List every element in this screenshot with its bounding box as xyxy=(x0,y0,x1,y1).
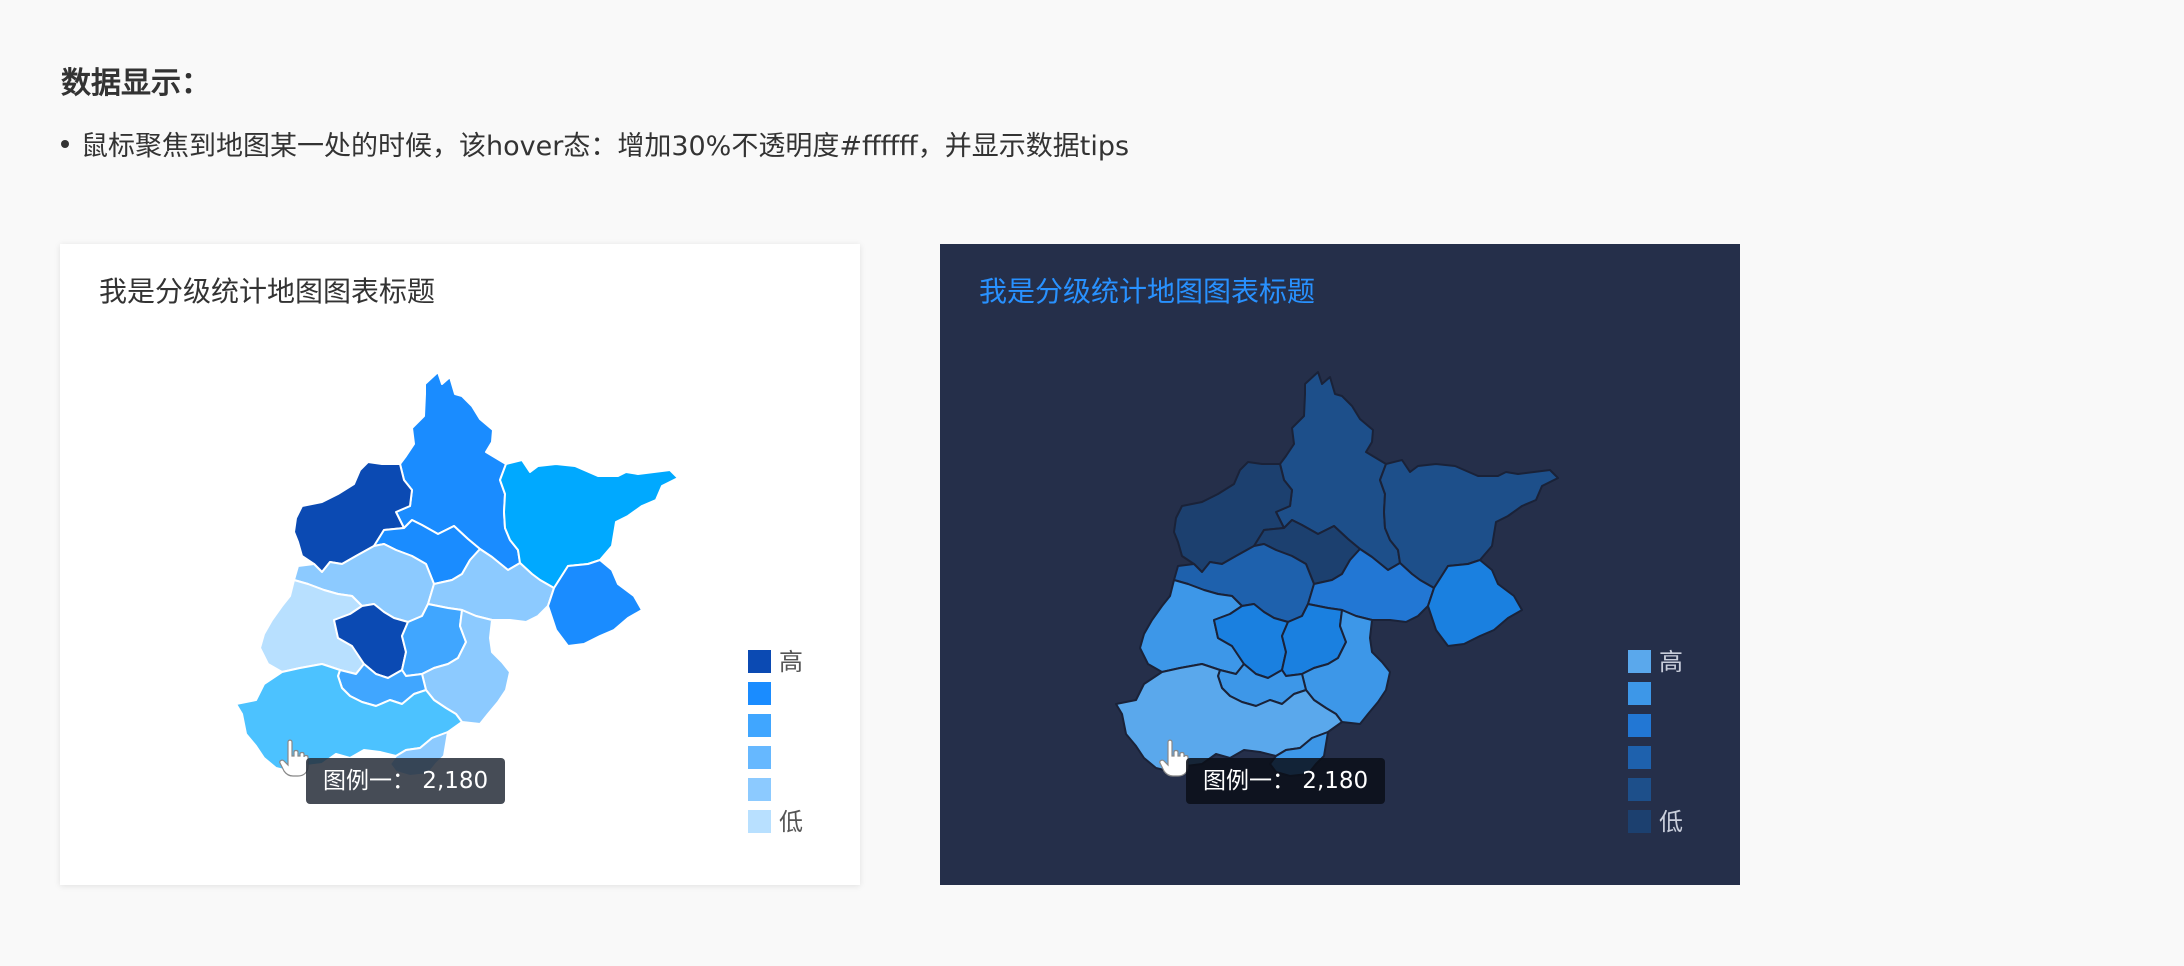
legend-swatch-4[interactable] xyxy=(1628,746,1651,769)
legend-label-low: 低 xyxy=(1659,808,1683,836)
legend-label-high: 高 xyxy=(779,648,803,676)
description-text: 鼠标聚焦到地图某一处的时候，该hover态：增加30%不透明度#ffffff，并… xyxy=(81,131,1130,162)
legend-swatch-6[interactable] xyxy=(1628,810,1651,833)
legend-swatch-1[interactable] xyxy=(1628,650,1651,673)
legend-swatch-2[interactable] xyxy=(1628,682,1651,705)
legend: 高 低 xyxy=(1628,650,1728,850)
bullet-dot xyxy=(61,139,69,148)
legend-swatch-5[interactable] xyxy=(748,778,771,801)
data-tooltip: 图例一： 2,180 xyxy=(1186,758,1386,804)
legend-swatch-5[interactable] xyxy=(1628,778,1651,801)
map-card-light: 我是分级统计地图图表标题 高 低 图例一： 2,180 xyxy=(60,244,860,885)
legend-swatch-3[interactable] xyxy=(748,714,771,737)
legend-swatch-1[interactable] xyxy=(748,650,771,673)
legend-label-high: 高 xyxy=(1659,648,1683,676)
legend: 高 低 xyxy=(748,650,848,850)
legend-swatch-2[interactable] xyxy=(748,682,771,705)
map-card-dark: 我是分级统计地图图表标题 高 低 图例一： 2,180 xyxy=(940,244,1740,885)
legend-swatch-3[interactable] xyxy=(1628,714,1651,737)
legend-swatch-4[interactable] xyxy=(748,746,771,769)
legend-label-low: 低 xyxy=(779,808,803,836)
legend-swatch-6[interactable] xyxy=(748,810,771,833)
description-line: 鼠标聚焦到地图某一处的时候，该hover态：增加30%不透明度#ffffff，并… xyxy=(61,124,1129,163)
section-heading: 数据显示： xyxy=(61,66,211,101)
data-tooltip: 图例一： 2,180 xyxy=(306,758,506,804)
